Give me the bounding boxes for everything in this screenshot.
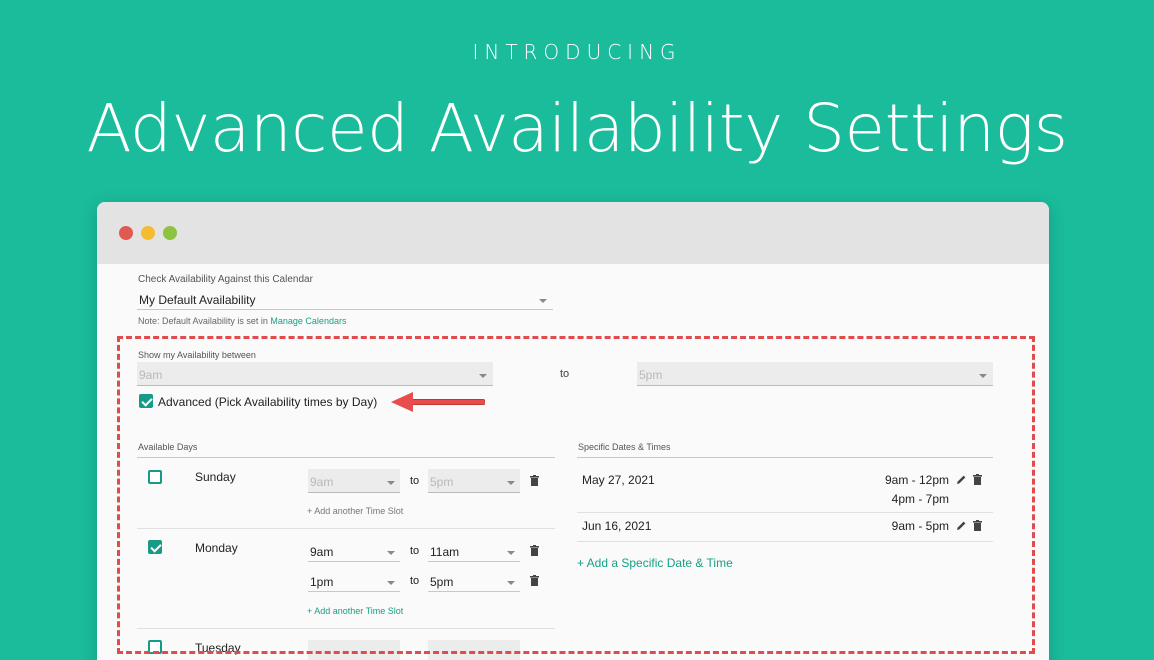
hero-eyebrow: INTRODUCING xyxy=(472,40,682,64)
calendar-select[interactable]: My Default Availability xyxy=(137,288,553,310)
calendar-note: Note: Default Availability is set in Man… xyxy=(138,316,346,326)
app-window: Check Availability Against this Calendar… xyxy=(97,202,1049,660)
chevron-down-icon xyxy=(539,299,547,303)
close-window-button[interactable] xyxy=(119,226,133,240)
minimize-window-button[interactable] xyxy=(141,226,155,240)
manage-calendars-link[interactable]: Manage Calendars xyxy=(270,316,346,326)
calendar-label: Check Availability Against this Calendar xyxy=(138,274,313,285)
zoom-window-button[interactable] xyxy=(163,226,177,240)
hero-title: Advanced Availability Settings xyxy=(86,90,1068,167)
window-titlebar xyxy=(97,202,1049,264)
calendar-note-text: Note: Default Availability is set in xyxy=(138,316,271,326)
calendar-select-value: My Default Availability xyxy=(139,293,256,307)
settings-panel: Check Availability Against this Calendar… xyxy=(97,264,1049,660)
highlight-box xyxy=(117,336,1035,654)
